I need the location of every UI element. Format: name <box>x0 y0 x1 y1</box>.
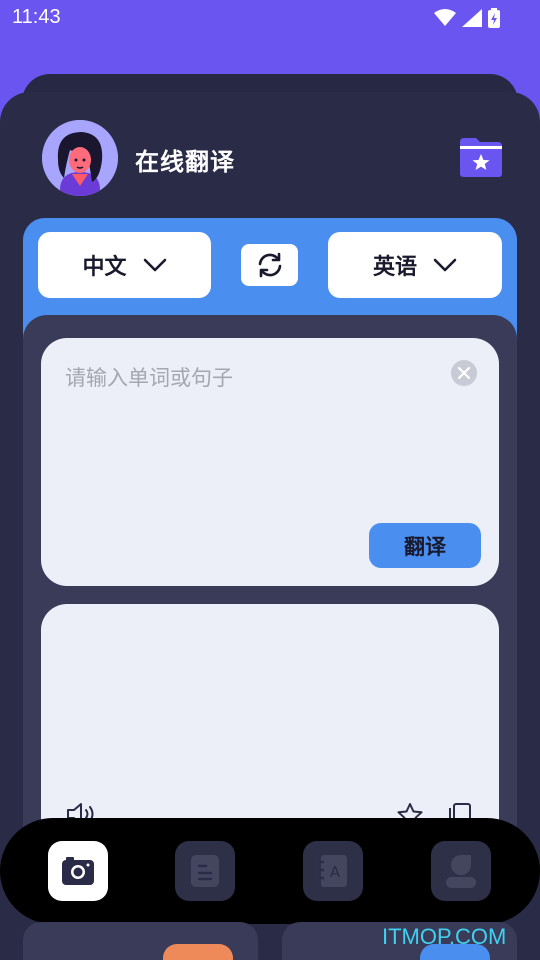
close-icon <box>458 367 470 379</box>
clear-button[interactable] <box>451 360 477 386</box>
folder-star-icon <box>460 138 502 177</box>
signal-icon <box>462 9 482 27</box>
target-language-label: 英语 <box>372 255 417 280</box>
target-language-select[interactable]: 英语 <box>328 232 502 298</box>
wifi-icon <box>434 9 456 26</box>
notes-icon <box>191 855 219 887</box>
profile-icon <box>446 855 476 888</box>
dictionary-icon: A <box>319 855 347 887</box>
chevron-down-icon <box>433 258 457 272</box>
nav-camera[interactable] <box>48 841 108 901</box>
text-input-card[interactable]: 请输入单词或句子 翻译 <box>41 338 499 586</box>
avatar-image <box>42 120 118 196</box>
chevron-down-icon <box>143 258 166 272</box>
status-bar: 11:43 <box>0 0 540 36</box>
feature-card-left-icon <box>163 944 233 960</box>
bottom-navigation: A <box>0 818 540 924</box>
text-input-placeholder[interactable]: 请输入单词或句子 <box>65 362 233 392</box>
battery-icon <box>488 8 500 28</box>
nav-notes[interactable] <box>175 841 235 901</box>
source-language-select[interactable]: 中文 <box>38 232 211 298</box>
status-time: 11:43 <box>12 6 61 28</box>
svg-text:A: A <box>330 863 341 881</box>
feature-card-left[interactable] <box>23 922 258 960</box>
camera-icon <box>62 857 94 885</box>
page-title: 在线翻译 <box>135 148 235 176</box>
watermark: ITMOP.COM <box>382 924 507 949</box>
swap-languages-button[interactable] <box>241 244 298 286</box>
nav-dictionary[interactable]: A <box>303 841 363 901</box>
avatar[interactable] <box>42 120 118 196</box>
swap-icon <box>258 252 281 278</box>
status-icons <box>434 8 500 28</box>
source-language-label: 中文 <box>82 255 127 280</box>
translate-button[interactable]: 翻译 <box>369 523 481 568</box>
nav-profile[interactable] <box>431 841 491 901</box>
favorites-folder-button[interactable] <box>458 134 504 178</box>
